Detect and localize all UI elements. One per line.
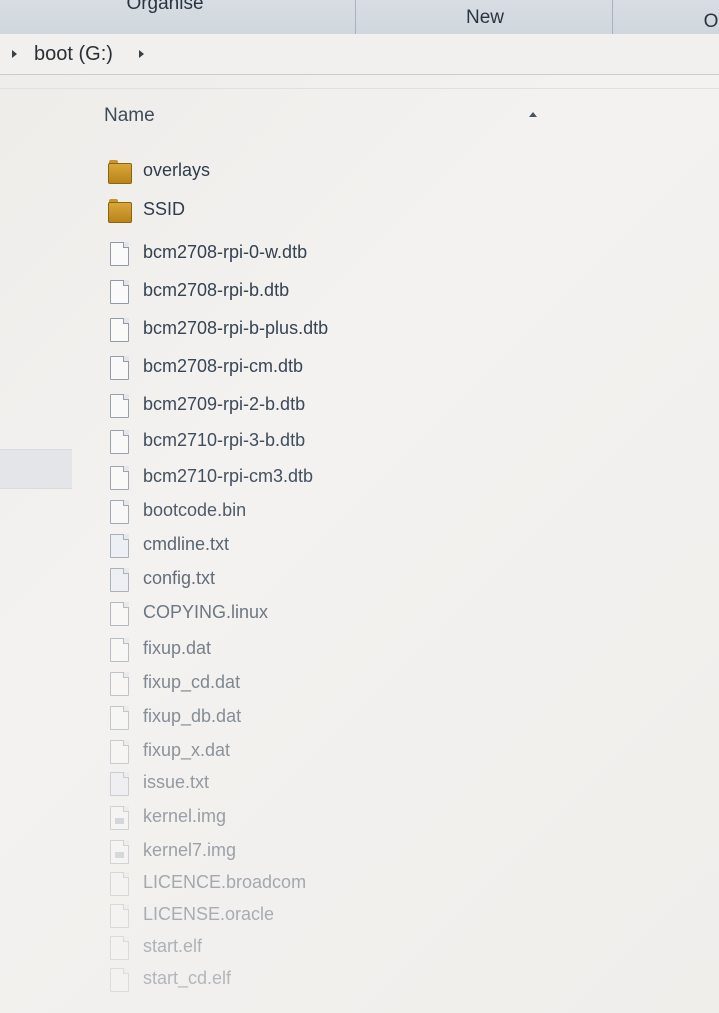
file-name: start.elf <box>143 936 203 956</box>
file-name: fixup.dat <box>143 638 212 658</box>
file-name: fixup_cd.dat <box>143 672 241 692</box>
file-name: bcm2708-rpi-b.dtb <box>143 280 290 300</box>
file-list-item[interactable]: LICENCE.broadcom <box>106 870 526 898</box>
file-name: bcm2708-rpi-0-w.dtb <box>143 242 308 262</box>
file-list: overlays SSID bcm2708-rpi-0-w.dtb bcm2708-r… <box>0 0 719 1013</box>
file-list-item[interactable]: issue.txt <box>106 770 526 798</box>
file-name: bcm2709-rpi-2-b.dtb <box>143 394 306 414</box>
file-list-item[interactable]: bcm2708-rpi-cm.dtb <box>106 354 526 382</box>
file-list-item[interactable]: kernel.img <box>106 804 526 832</box>
file-list-item[interactable]: bcm2710-rpi-3-b.dtb <box>106 428 526 456</box>
file-name: COPYING.linux <box>143 602 269 622</box>
text-file-icon <box>108 772 129 796</box>
file-name: cmdline.txt <box>143 534 230 554</box>
folder-icon <box>108 160 132 184</box>
file-name: SSID <box>143 199 186 219</box>
file-list-item[interactable]: SSID <box>106 197 526 225</box>
file-name: issue.txt <box>143 772 210 792</box>
file-icon <box>108 394 129 418</box>
file-list-item[interactable]: fixup_x.dat <box>106 738 526 766</box>
file-icon <box>108 740 129 764</box>
file-icon <box>108 904 129 928</box>
file-name: LICENSE.oracle <box>143 904 275 924</box>
file-name: overlays <box>143 160 211 180</box>
file-name: kernel7.img <box>143 840 237 860</box>
file-icon <box>108 356 129 380</box>
file-name: bcm2708-rpi-b-plus.dtb <box>143 318 329 338</box>
file-icon <box>108 242 129 266</box>
file-list-item[interactable]: start_cd.elf <box>106 966 526 994</box>
file-icon <box>108 638 129 662</box>
file-list-item[interactable]: LICENSE.oracle <box>106 902 526 930</box>
file-name: start_cd.elf <box>143 968 232 988</box>
text-file-icon <box>108 568 129 592</box>
file-icon <box>108 872 129 896</box>
explorer-window: Organise New O boot (G:) Name overlays SS… <box>0 0 719 1013</box>
file-name: bootcode.bin <box>143 500 247 520</box>
file-icon <box>108 936 129 960</box>
file-list-item[interactable]: bcm2708-rpi-b-plus.dtb <box>106 316 526 344</box>
file-name: config.txt <box>143 568 216 588</box>
file-list-item[interactable]: fixup_cd.dat <box>106 670 526 698</box>
file-list-item[interactable]: cmdline.txt <box>106 532 526 560</box>
file-icon <box>108 968 129 992</box>
file-list-item[interactable]: bcm2709-rpi-2-b.dtb <box>106 392 526 420</box>
file-name: LICENCE.broadcom <box>143 872 307 892</box>
text-file-icon <box>108 534 129 558</box>
file-list-item[interactable]: bcm2708-rpi-b.dtb <box>106 278 526 306</box>
file-name: bcm2710-rpi-3-b.dtb <box>143 430 306 450</box>
file-list-item[interactable]: kernel7.img <box>106 838 526 866</box>
file-name: fixup_x.dat <box>143 740 231 760</box>
file-list-item[interactable]: bootcode.bin <box>106 498 526 526</box>
file-name: fixup_db.dat <box>143 706 242 726</box>
image-file-icon <box>108 840 129 864</box>
file-list-item[interactable]: bcm2710-rpi-cm3.dtb <box>106 464 526 492</box>
file-icon <box>108 466 129 490</box>
file-icon <box>108 602 129 626</box>
file-name: bcm2710-rpi-cm3.dtb <box>143 466 314 486</box>
file-list-item[interactable]: bcm2708-rpi-0-w.dtb <box>106 240 526 268</box>
file-icon <box>108 706 129 730</box>
file-icon <box>108 672 129 696</box>
file-name: kernel.img <box>143 806 227 826</box>
file-icon <box>108 500 129 524</box>
file-icon <box>108 280 129 304</box>
file-list-item[interactable]: COPYING.linux <box>106 600 526 628</box>
file-icon <box>108 318 129 342</box>
file-icon <box>108 430 129 454</box>
file-list-item[interactable]: overlays <box>106 158 526 186</box>
file-list-item[interactable]: fixup_db.dat <box>106 704 526 732</box>
file-name: bcm2708-rpi-cm.dtb <box>143 356 304 376</box>
image-file-icon <box>108 806 129 830</box>
file-list-item[interactable]: start.elf <box>106 934 526 962</box>
folder-icon <box>108 199 132 223</box>
file-list-item[interactable]: config.txt <box>106 566 526 594</box>
file-list-item[interactable]: fixup.dat <box>106 636 526 664</box>
